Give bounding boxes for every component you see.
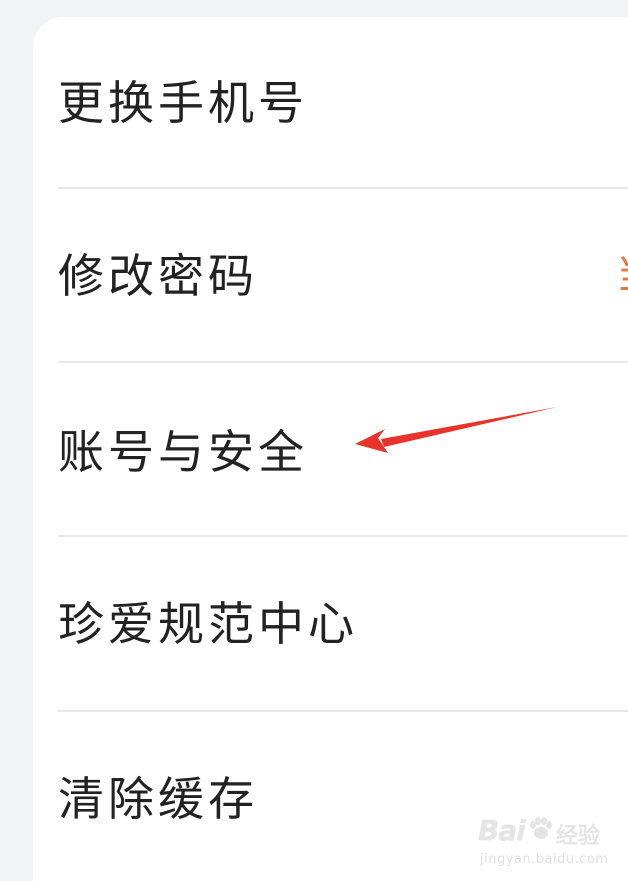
paw-icon xyxy=(530,817,552,839)
menu-item-label: 珍爱规范中心 xyxy=(58,597,358,651)
menu-item-change-phone[interactable]: 更换手机号 xyxy=(58,17,628,191)
menu-item-label: 修改密码 xyxy=(58,249,258,303)
menu-item-change-password[interactable]: 修改密码 当 xyxy=(58,189,628,363)
menu-item-label: 账号与安全 xyxy=(58,425,308,479)
menu-item-label: 清除缓存 xyxy=(58,772,258,826)
watermark-domain: jingyan.baidu.com xyxy=(480,852,609,867)
watermark: Bai 经验 jingyan.baidu.com xyxy=(478,814,618,876)
menu-item-account-security[interactable]: 账号与安全 xyxy=(58,363,628,537)
settings-page: 更换手机号 修改密码 当 账号与安全 珍爱规范中心 清除缓存 Bai 经验 ji… xyxy=(0,0,628,881)
watermark-brand: Bai xyxy=(478,814,526,847)
watermark-suffix: 经验 xyxy=(556,824,601,849)
menu-item-label: 更换手机号 xyxy=(58,76,308,130)
menu-item-guidelines-center[interactable]: 珍爱规范中心 xyxy=(58,537,628,711)
trailing-value: 当 xyxy=(616,255,628,295)
